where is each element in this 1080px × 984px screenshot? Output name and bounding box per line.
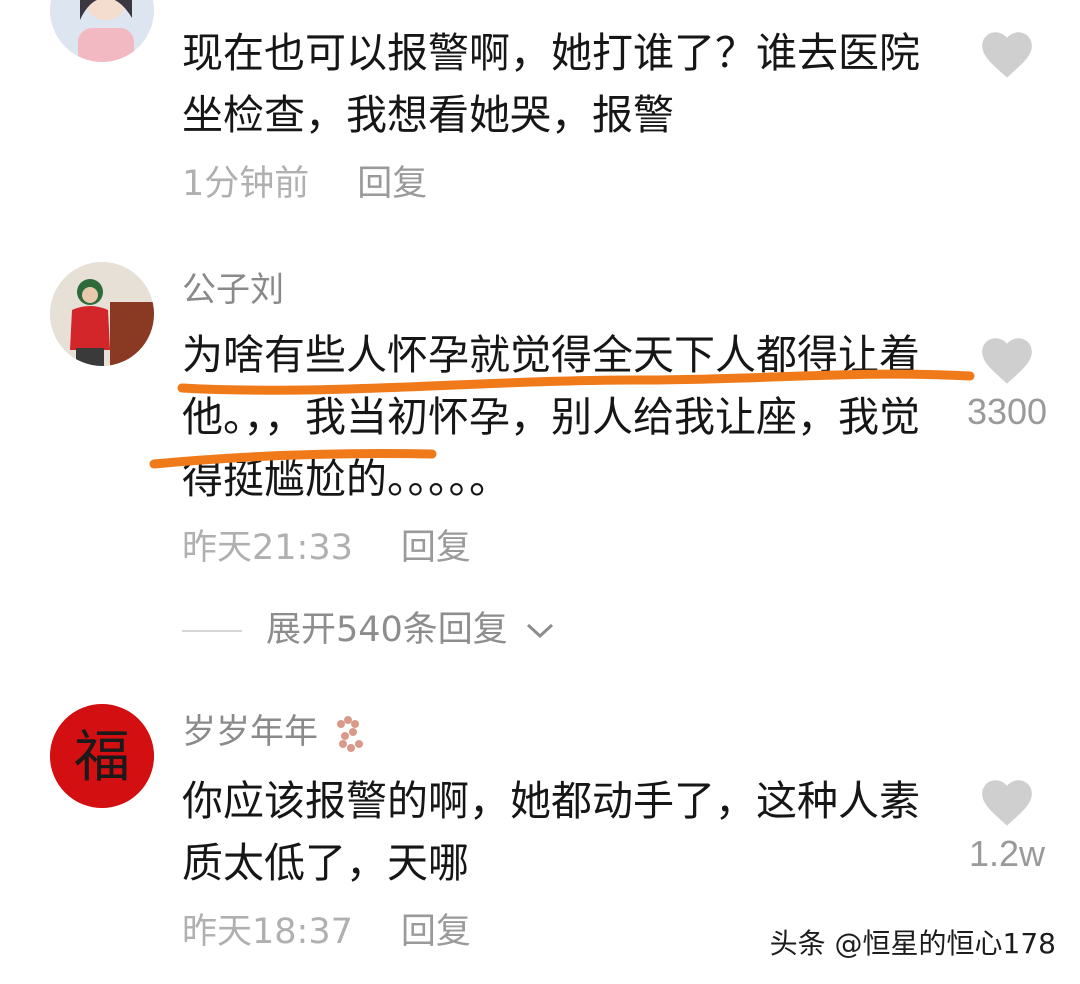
comment-time: 昨天18:37 [182, 912, 353, 952]
avatar-character: 福 [74, 725, 130, 790]
chevron-down-icon [526, 623, 553, 639]
comment-time: 1分钟前 [182, 164, 310, 204]
comment-meta: 1分钟前 回复 [182, 164, 427, 204]
comment-time: 昨天21:33 [182, 528, 353, 568]
like-count: 3300 [966, 391, 1048, 432]
handwritten-underline [149, 369, 975, 469]
expand-replies-button[interactable]: 展开540条回复 [182, 610, 555, 650]
comment-text: 现在也可以报警啊，她打谁了？谁去医院坐检查，我想看她哭，报警 [182, 29, 920, 139]
heart-icon [982, 32, 1032, 78]
comment-meta: 昨天21:33 回复 [182, 528, 471, 568]
expand-replies-label: 展开540条回复 [266, 610, 508, 650]
username-text: 岁岁年年 [182, 712, 318, 752]
username[interactable]: 岁岁年年 [182, 712, 371, 752]
divider-dash [182, 630, 242, 632]
comment-meta: 昨天18:37 回复 [182, 912, 471, 952]
fu-character-avatar: 福 [50, 704, 154, 808]
like-count: 1.2w [968, 833, 1046, 874]
username[interactable]: 公子刘 [182, 270, 284, 310]
heart-icon [982, 780, 1032, 826]
heart-icon [982, 338, 1032, 384]
like-button[interactable] [952, 28, 1062, 80]
reply-button[interactable]: 回复 [401, 912, 471, 952]
reply-button[interactable]: 回复 [401, 528, 471, 568]
comment-1: 现在也可以报警啊，她打谁了？谁去医院坐检查，我想看她哭，报警 1分钟前 回复 [0, 0, 1080, 230]
watermark: 头条 @恒星的恒心178 [769, 927, 1056, 960]
avatar-illustration [50, 0, 154, 62]
comment-text: 你应该报警的啊，她都动手了，这种人素质太低了，天哪 [182, 777, 920, 887]
avatar[interactable]: 福 [50, 704, 154, 808]
like-button[interactable]: 3300 [952, 334, 1062, 432]
bead-badge-icon [336, 715, 363, 752]
reply-button[interactable]: 回复 [357, 164, 427, 204]
avatar[interactable] [50, 0, 154, 62]
like-button[interactable]: 1.2w [952, 776, 1062, 874]
